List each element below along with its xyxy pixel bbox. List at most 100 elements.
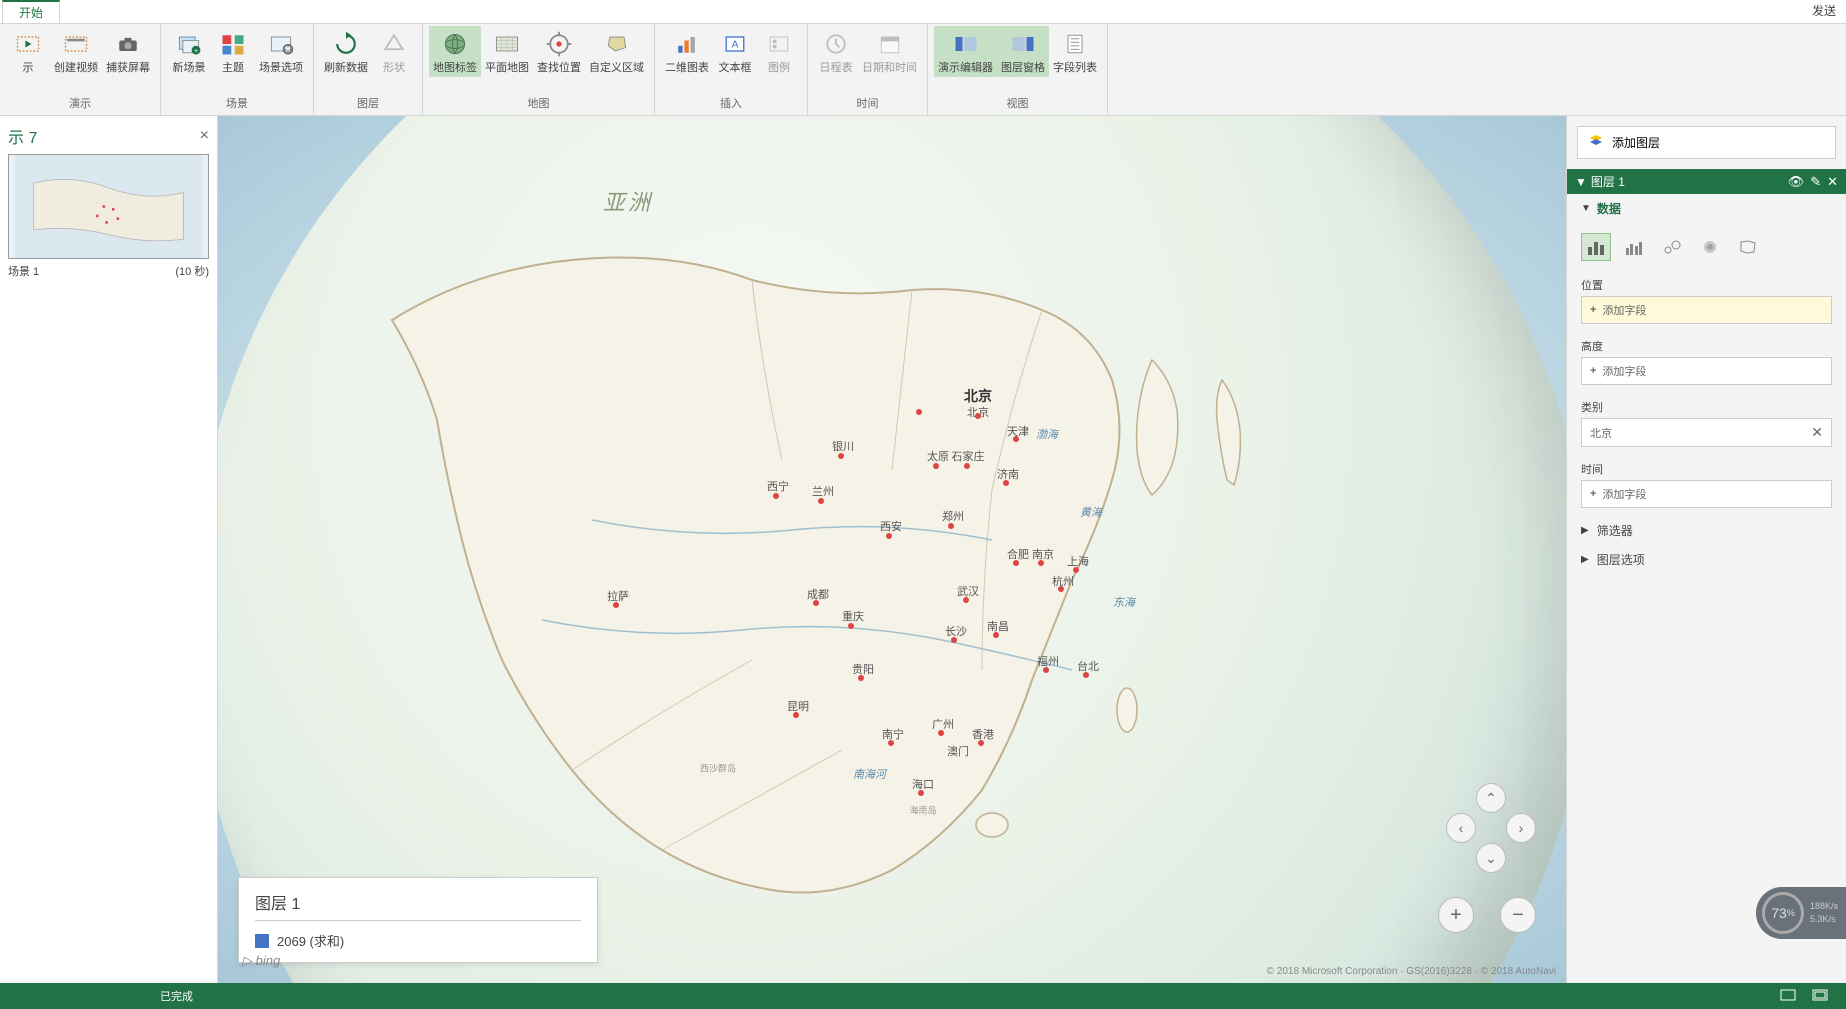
visibility-icon[interactable]: 👁 (1788, 174, 1805, 190)
legend-box[interactable]: 图层 1 2069 (求和) (238, 877, 598, 963)
layers-icon (1588, 133, 1604, 152)
edit-icon[interactable]: ✎ (1810, 174, 1821, 190)
scene-panel: 示 7 × 场景 1 (10 秒) (0, 116, 218, 983)
map-label-hefei: 合肥 (1007, 546, 1029, 562)
scene-panel-close-icon[interactable]: × (200, 127, 209, 145)
map-label-fuzhou: 福州 (1037, 653, 1059, 669)
map-label-guiyang: 贵阳 (852, 661, 874, 677)
ribbon-find-location[interactable]: 查找位置 (533, 26, 585, 77)
tab-start[interactable]: 开始 (2, 0, 60, 23)
clear-category-icon[interactable]: ✕ (1811, 424, 1823, 441)
map-nav-down-icon[interactable]: ⌄ (1476, 843, 1506, 873)
map-label-shijiazhuang: 石家庄 (952, 448, 985, 464)
ribbon-schedule[interactable]: 日程表 (814, 26, 858, 77)
location-field-box[interactable]: + 添加字段 (1581, 296, 1832, 324)
ribbon-legend[interactable]: 图例 (757, 26, 801, 77)
ribbon-map-labels[interactable]: 地图标签 (429, 26, 481, 77)
map-canvas[interactable]: 亚洲 北京 北京 天津 石家庄 太原 银川 西宁 兰州 济南 郑州 西安 合肥 … (218, 116, 1566, 983)
ribbon-textbox[interactable]: A 文本框 (713, 26, 757, 77)
map-label-xian: 西安 (880, 518, 902, 534)
ribbon: 示 创建视频 捕获屏幕 演示 + 新场景 主题 (0, 24, 1846, 116)
ribbon-play-demo[interactable]: 示 (6, 26, 50, 77)
scene-thumbnail[interactable] (8, 154, 209, 259)
ribbon-layer-pane[interactable]: 图层窗格 (997, 26, 1049, 77)
map-label-xianggang: 香港 (972, 726, 994, 742)
map-label-lasa: 拉萨 (607, 588, 629, 604)
viz-heatmap-icon[interactable] (1695, 233, 1725, 261)
ribbon-date-time[interactable]: 日期和时间 (858, 26, 921, 77)
category-field-box[interactable]: 北京 ✕ (1581, 418, 1832, 447)
ribbon-group-insert-label: 插入 (661, 93, 801, 113)
map-label-yinchuan: 银川 (832, 438, 854, 454)
view-mode-1-icon[interactable] (1780, 988, 1796, 1005)
time-field-box[interactable]: + 添加字段 (1581, 480, 1832, 508)
map-label-bohai: 渤海 (1036, 426, 1058, 442)
add-layer-button[interactable]: 添加图层 (1577, 126, 1836, 159)
viz-clustered-icon[interactable] (1619, 233, 1649, 261)
map-label-aomen: 澳门 (947, 743, 969, 759)
viz-bubble-icon[interactable] (1657, 233, 1687, 261)
tab-bar: 开始 发送 (0, 0, 1846, 24)
map-nav-right-icon[interactable]: › (1506, 813, 1536, 843)
view-mode-2-icon[interactable] (1812, 988, 1828, 1005)
viz-region-icon[interactable] (1733, 233, 1763, 261)
map-zoom-out-icon[interactable]: − (1500, 897, 1536, 933)
category-field-label: 类别 (1567, 393, 1846, 418)
map-label-asia: 亚洲 (603, 185, 653, 217)
delete-icon[interactable]: ✕ (1827, 174, 1838, 190)
ribbon-custom-area[interactable]: 自定义区域 (585, 26, 648, 77)
map-label-kunming: 昆明 (787, 698, 809, 714)
ribbon-group-demo-label: 演示 (6, 93, 154, 113)
ribbon-flat-map[interactable]: 平面地图 (481, 26, 533, 77)
ribbon-tour-editor[interactable]: 演示编辑器 (934, 26, 997, 77)
ribbon-group-map-label: 地图 (429, 93, 648, 113)
map-label-shanghai: 上海 (1067, 553, 1089, 569)
tab-send[interactable]: 发送 (1802, 0, 1846, 23)
map-zoom-in-icon[interactable]: + (1438, 897, 1474, 933)
ribbon-chart-2d[interactable]: 二维图表 (661, 26, 713, 77)
map-label-taiyuan: 太原 (927, 448, 949, 464)
map-label-jinan: 济南 (997, 466, 1019, 482)
map-attribution: © 2018 Microsoft Corporation · GS(2016)3… (1267, 966, 1556, 977)
map-nav-up-icon[interactable]: ⌃ (1476, 783, 1506, 813)
map-label-wuhan: 武汉 (957, 583, 979, 599)
ribbon-theme[interactable]: 主题 (211, 26, 255, 77)
map-label-guangzhou: 广州 (932, 716, 954, 732)
ribbon-shape[interactable]: 形状 (372, 26, 416, 77)
collapse-arrow-icon: ▼ (1575, 175, 1587, 189)
map-label-haikou: 海口 (912, 776, 934, 792)
layer-header[interactable]: ▼ 图层 1 👁 ✎ ✕ (1567, 169, 1846, 194)
ribbon-scene-options[interactable]: 场景选项 (255, 26, 307, 77)
status-bar: 已完成 (0, 983, 1846, 1009)
data-section-header[interactable]: ▼ 数据 (1581, 200, 1832, 217)
map-label-chongqing: 重庆 (842, 608, 864, 624)
ribbon-field-list[interactable]: 字段列表 (1049, 26, 1101, 77)
layer-pane: 添加图层 ▼ 图层 1 👁 ✎ ✕ ▼ 数据 位置 + 添加字段 (1566, 116, 1846, 983)
map-label-huanghai: 黄海 (1080, 504, 1102, 520)
ribbon-capture-screen[interactable]: 捕获屏幕 (102, 26, 154, 77)
map-label-lanzhou: 兰州 (812, 483, 834, 499)
ribbon-group-scene-label: 场景 (167, 93, 307, 113)
map-nav-left-icon[interactable]: ‹ (1446, 813, 1476, 843)
height-field-box[interactable]: + 添加字段 (1581, 357, 1832, 385)
performance-widget[interactable]: 73% 188K/s 5.3K/s (1756, 887, 1846, 939)
time-field-label: 时间 (1567, 455, 1846, 480)
legend-title: 图层 1 (255, 890, 581, 921)
viz-column-icon[interactable] (1581, 233, 1611, 261)
layer-options-section-header[interactable]: ▶ 图层选项 (1567, 545, 1846, 574)
filter-section-header[interactable]: ▶ 筛选器 (1567, 516, 1846, 545)
ribbon-group-time-label: 时间 (814, 93, 921, 113)
status-text: 已完成 (160, 988, 193, 1004)
map-label-taipei: 台北 (1077, 658, 1099, 674)
bing-logo: ▷ bing (242, 953, 280, 969)
ribbon-create-video[interactable]: 创建视频 (50, 26, 102, 77)
map-label-xisha: 西沙群岛 (700, 762, 736, 775)
ribbon-new-scene[interactable]: + 新场景 (167, 26, 211, 77)
map-label-zhengzhou: 郑州 (942, 508, 964, 524)
location-field-label: 位置 (1567, 271, 1846, 296)
map-nav-controls: ⌃ ⌄ ‹ › (1446, 783, 1536, 873)
map-label-changsha: 长沙 (945, 623, 967, 639)
map-label-beijing-big: 北京 (964, 386, 992, 406)
ribbon-group-layer-label: 图层 (320, 93, 416, 113)
ribbon-refresh-data[interactable]: 刷新数据 (320, 26, 372, 77)
